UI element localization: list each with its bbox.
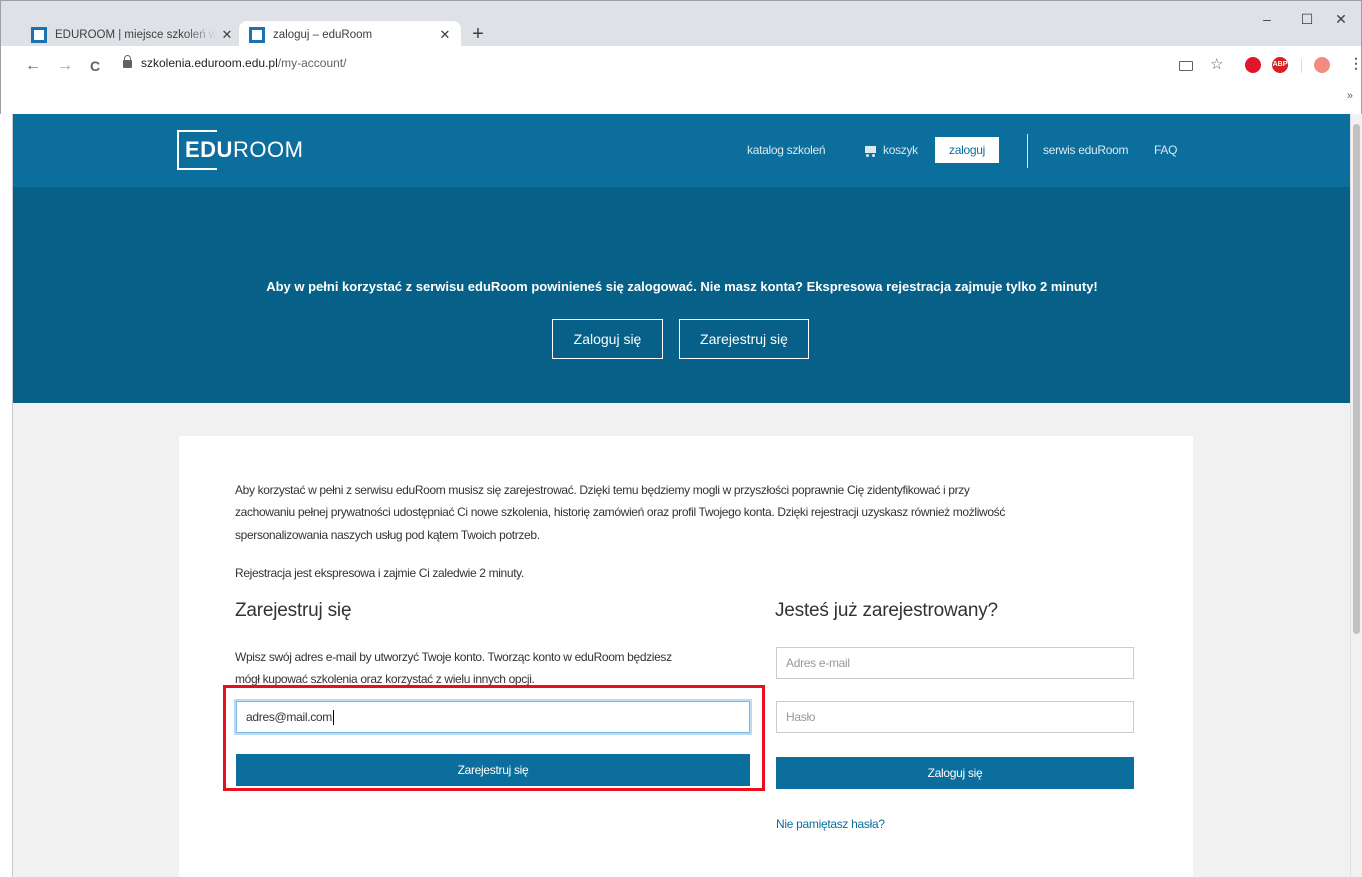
tab-close-icon[interactable]: ✕ [217, 27, 237, 43]
close-window-button[interactable]: ✕ [1321, 11, 1361, 28]
hero-login-button[interactable]: Zaloguj się [552, 319, 663, 359]
logo-rest: ROOM [232, 137, 304, 162]
forgot-password-link[interactable]: Nie pamiętasz hasła? [776, 817, 885, 831]
minimize-button[interactable]: – [1247, 11, 1287, 27]
nav-cart[interactable]: koszyk [863, 143, 918, 157]
page-viewport: EDUROOM katalog szkoleń koszyk zaloguj s… [12, 114, 1350, 877]
site-header: EDUROOM katalog szkoleń koszyk zaloguj s… [13, 114, 1350, 187]
address-bar[interactable]: szkolenia.eduroom.edu.pl/my-account/ [141, 56, 346, 70]
intro-line-1: Aby korzystać w pełni z serwisu eduRoom … [235, 483, 970, 497]
intro-line-2: zachowaniu pełnej prywatności udostępnia… [235, 505, 1005, 519]
intro-line-3: spersonalizowania naszych usług pod kąte… [235, 528, 540, 542]
highlight-frame [223, 685, 765, 791]
eduroom-logo[interactable]: EDUROOM [177, 130, 303, 170]
eduroom-favicon-icon [249, 26, 265, 43]
nav-login-button[interactable]: zaloguj [935, 137, 999, 163]
nav-divider [1027, 134, 1028, 168]
menu-icon[interactable]: ⋮ [1349, 55, 1362, 72]
cast-icon[interactable] [1179, 61, 1193, 71]
tab-title: zaloguj – eduRoom [273, 28, 373, 41]
login-hero: Aby w pełni korzystać z serwisu eduRoom … [13, 187, 1350, 403]
account-card: Aby korzystać w pełni z serwisu eduRoom … [179, 436, 1193, 877]
tab-title: EDUROOM | miejsce szkoleń w sieci [55, 28, 217, 41]
login-button[interactable]: Zaloguj się [776, 757, 1134, 789]
logo-bold: EDU [185, 137, 233, 162]
lock-icon [123, 55, 132, 68]
login-heading: Jesteś już zarejestrowany? [775, 600, 998, 621]
profile-icon[interactable] [1314, 57, 1330, 73]
hero-message: Aby w pełni korzystać z serwisu eduRoom … [266, 279, 1098, 294]
bookmarks-bar: » [0, 86, 1362, 114]
bookmarks-more-icon[interactable]: » [1347, 90, 1353, 102]
url-host: szkolenia.eduroom.edu.pl [141, 56, 278, 70]
back-arrow-icon[interactable]: ← [23, 57, 43, 75]
browser-tab-zaloguj[interactable]: zaloguj – eduRoom ✕ [239, 21, 461, 48]
cart-icon [863, 145, 877, 157]
browser-tab-eduroom[interactable]: EDUROOM | miejsce szkoleń w sieci ✕ [21, 21, 243, 48]
browser-toolbar: ← → C szkolenia.eduroom.edu.pl/my-accoun… [0, 46, 1362, 86]
page-scrollbar[interactable] [1350, 114, 1362, 877]
reload-icon[interactable]: C [85, 57, 105, 75]
scrollbar-thumb[interactable] [1353, 124, 1360, 634]
url-path: /my-account/ [277, 56, 347, 70]
hero-register-button[interactable]: Zarejestruj się [679, 319, 809, 359]
browser-tabstrip: EDUROOM | miejsce szkoleń w sieci ✕ zalo… [0, 0, 1362, 48]
login-email-input[interactable]: Adres e-mail [776, 647, 1134, 679]
opera-icon[interactable] [1245, 57, 1261, 73]
star-icon[interactable]: ☆ [1210, 55, 1223, 73]
toolbar-divider [1301, 59, 1302, 73]
register-heading: Zarejestruj się [235, 600, 352, 621]
nav-service[interactable]: serwis eduRoom [1043, 143, 1128, 157]
new-tab-button[interactable]: + [467, 23, 489, 45]
nav-faq[interactable]: FAQ [1154, 143, 1177, 157]
nav-catalog[interactable]: katalog szkoleń [747, 143, 826, 157]
forward-arrow-icon[interactable]: → [55, 57, 75, 75]
adblock-icon[interactable]: ABP [1272, 57, 1288, 73]
register-desc-line-1: Wpisz swój adres e-mail by utworzyć Twoj… [235, 650, 672, 664]
login-password-input[interactable]: Hasło [776, 701, 1134, 733]
eduroom-favicon-icon [31, 26, 47, 43]
tab-close-icon[interactable]: ✕ [435, 27, 455, 43]
nav-cart-label: koszyk [883, 143, 918, 157]
express-note: Rejestracja jest ekspresowa i zajmie Ci … [235, 566, 524, 580]
